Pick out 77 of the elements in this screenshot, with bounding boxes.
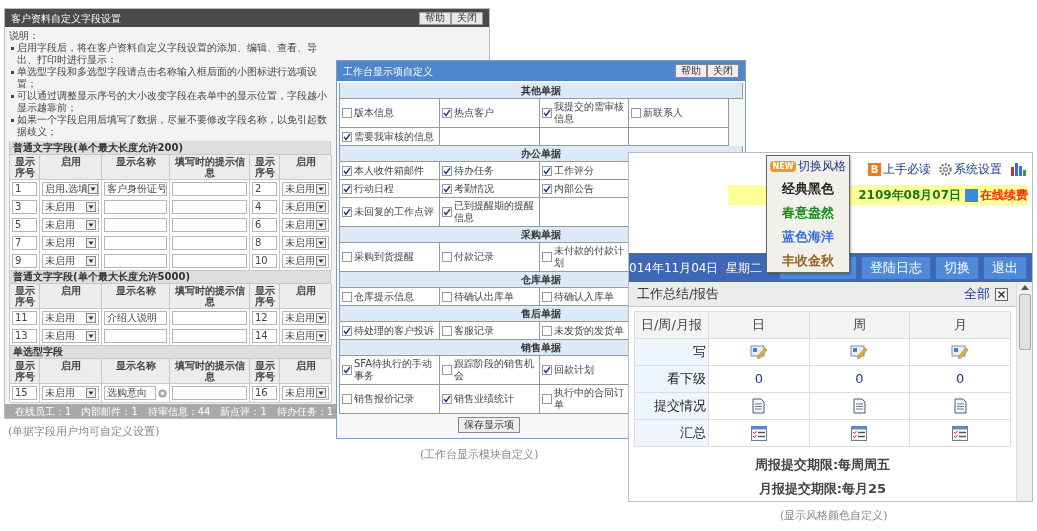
checkbox-label: 我提交的需审核信息 [554, 101, 625, 125]
checkbox-label: 采购到货提醒 [354, 251, 414, 263]
checkbox-label: 执行中的合同订单 [554, 387, 625, 411]
checkbox-label: 销售报价记录 [354, 393, 414, 405]
expiry-date: 2109年08月07日 [858, 187, 961, 204]
status-item: 待审信息：44 [147, 404, 211, 418]
checkbox-label: 跟踪阶段的销售机会 [454, 358, 535, 382]
row-label: 看下级 [635, 366, 709, 393]
checkbox-label: 未发货的发货单 [554, 324, 624, 337]
caption: (工作台显示模块自定义) [420, 447, 539, 463]
section-title: 普通文字字段(单个最大长度允许200) [10, 141, 331, 155]
checkbox-label: 已到提醒期的提醒信息 [454, 200, 535, 224]
column-header: 显示序号 [250, 359, 280, 384]
row-label: 汇总 [635, 420, 709, 447]
checkbox-label: 待确认入库单 [554, 290, 614, 303]
status-item: 在线员工：1 [15, 404, 72, 418]
column-header: 填写时的提示信息 [170, 155, 250, 180]
panel-title: 工作总结/报告 [637, 285, 720, 304]
checkbox-label: 工作评分 [554, 164, 594, 177]
note-text: 单选型字段和多选型字段请点击名称输入框后面的小图标进行选项设置； [17, 66, 318, 90]
checkbox-label: 本人收件箱邮件 [354, 164, 424, 177]
checkbox-label: 仓库提示信息 [354, 290, 414, 303]
column-header: 显示名称 [102, 284, 170, 309]
status-item: 内部邮件：1 [81, 404, 138, 418]
guide-icon: B [868, 162, 881, 176]
checkbox-label: SFA待执行的手动事务 [354, 358, 434, 382]
new-badge: NEW [769, 160, 797, 172]
column-header: 显示序号 [10, 155, 40, 180]
checkbox-label: 未回复的工作点评 [354, 206, 434, 218]
status-item: 待办任务：1 [276, 404, 334, 418]
column-header: 日/周/月报 [635, 312, 709, 339]
group-title: 其他单据 [340, 83, 743, 99]
column-header: 启用 [40, 284, 102, 309]
checkbox-label: 考勤情况 [454, 182, 494, 195]
checkbox-label: 回款计划 [554, 364, 594, 376]
row-label: 写 [635, 339, 709, 366]
checkbox-label: 待确认出库单 [454, 290, 514, 303]
column-header: 填写时的提示信息 [170, 359, 250, 384]
column-header: 填写时的提示信息 [170, 284, 250, 309]
checkbox-label: 未付款的付款计划 [554, 245, 625, 269]
column-header: 启用 [40, 155, 102, 180]
status-item: 新点评：1 [220, 404, 267, 418]
checkbox-label: 客服记录 [454, 324, 494, 337]
deadline-text: 周报提交期限:每周周五 [754, 456, 891, 474]
column-header: 显示序号 [10, 359, 40, 384]
column-header: 显示序号 [10, 284, 40, 309]
checkbox-label: 待办任务 [454, 164, 494, 177]
column-header: 启用 [280, 284, 332, 309]
column-header: 启用 [40, 359, 102, 384]
column-header: 显示序号 [250, 284, 280, 309]
checkbox-label: 内部公告 [554, 182, 594, 195]
column-header: 周 [809, 312, 911, 339]
checkbox-label: 待处理的客户投诉 [354, 324, 434, 337]
deadline-text: 月报提交期限:每月25 [758, 479, 887, 498]
checkbox-label: 热点客户 [454, 107, 494, 119]
note-text: 启用字段后，将在客户资料自定义字段设置的添加、编辑、查看、导出、打印时进行显示： [17, 42, 318, 66]
column-header: 启用 [280, 359, 332, 384]
column-header: 显示名称 [102, 155, 170, 180]
note-text: 可以通过调整显示序号的大小改变字段在表单中的显示位置，字段越小显示越靠前； [17, 90, 328, 114]
caption: (显示风格颜色自定义) [780, 508, 888, 524]
checkbox-label: 付款记录 [454, 251, 494, 263]
window-title: 客户资料自定义字段设置 [11, 11, 121, 26]
column-header: 显示名称 [102, 359, 170, 384]
checkbox-label: 销售业绩统计 [454, 393, 514, 405]
caption: (单据字段用户均可自定义设置) [8, 424, 160, 440]
checkbox-label: 版本信息 [354, 107, 394, 119]
column-header: 显示序号 [250, 155, 280, 180]
row-label: 提交情况 [635, 393, 709, 420]
column-header: 启用 [280, 155, 332, 180]
note-text: 如果一个字段启用后填写了数据，尽量不要修改字段名称，以免引起数据歧义； [17, 114, 328, 138]
checkbox-label: 需要我审核的信息 [354, 130, 434, 143]
checkbox-label: 行动日程 [354, 182, 394, 195]
column-header: 月 [910, 312, 1011, 339]
column-header: 日 [709, 312, 810, 339]
checkbox-label: 新联系人 [643, 107, 683, 119]
notes-label: 说明： [9, 30, 40, 42]
window-title: 工作台显示项自定义 [343, 64, 433, 79]
